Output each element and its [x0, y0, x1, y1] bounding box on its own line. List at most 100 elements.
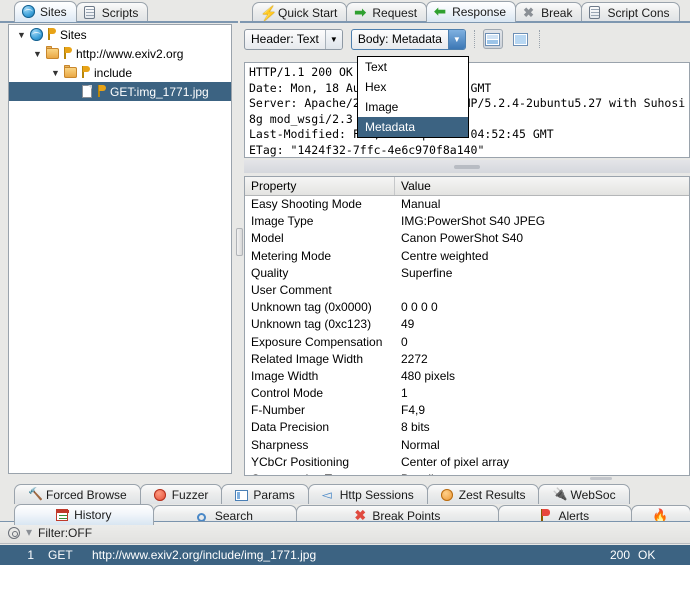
table-row[interactable]: Quality Superfine	[245, 265, 689, 282]
table-row[interactable]: Related Image Width 2272	[245, 351, 689, 368]
metadata-property: YCbCr Positioning	[251, 454, 350, 469]
metadata-property: F-Number	[251, 403, 306, 418]
tab-label: Script Cons	[607, 5, 670, 20]
tab-script-console[interactable]: Script Cons	[581, 2, 680, 22]
split-horizontal-view-button[interactable]	[482, 29, 503, 49]
metadata-value: Normal	[401, 437, 440, 452]
tree-node-label: GET:img_1771.jpg	[110, 84, 209, 99]
tab-zest-results[interactable]: Zest Results	[426, 484, 540, 504]
sites-tree[interactable]: ▼ Sites ▼ http://www.exiv2.org ▼ include	[8, 24, 232, 474]
table-row[interactable]: Exposure Compensation 0	[245, 334, 689, 351]
tab-break[interactable]: ✖ Break	[515, 2, 583, 22]
table-row[interactable]: Metering Mode Centre weighted	[245, 248, 689, 265]
header-view-value: Header: Text	[251, 31, 319, 46]
metadata-table[interactable]: Property Value Easy Shooting Mode Manual I…	[244, 176, 690, 476]
history-table[interactable]: 1 GET http://www.exiv2.org/include/img_1…	[0, 545, 690, 609]
tab-label: Http Sessions	[339, 487, 414, 502]
metadata-property: Sharpness	[251, 437, 309, 452]
tab-request[interactable]: ➡ Request	[346, 2, 428, 22]
toolbar-separator	[538, 30, 540, 48]
bottom-tabstrip-row1: 🔨 Forced Browse Fuzzer Params ◅ Http Ses…	[0, 482, 690, 504]
metadata-property: Unknown tag (0x0000)	[251, 300, 372, 315]
table-row[interactable]: Data Precision 8 bits	[245, 419, 689, 436]
tab-label: WebSoc	[570, 487, 616, 502]
metadata-property: Metering Mode	[251, 248, 332, 263]
chevron-down-icon[interactable]: ▼	[31, 49, 44, 59]
metadata-value: 2272	[401, 351, 428, 366]
metadata-value: Superfine	[401, 265, 453, 280]
tab-response[interactable]: ⬅ Response	[426, 1, 517, 22]
dropdown-item-image[interactable]: Image	[358, 97, 468, 117]
tab-websockets[interactable]: 🔌 WebSoc	[538, 484, 630, 504]
response-splitter[interactable]	[244, 160, 690, 173]
fuzzer-icon	[153, 488, 168, 502]
document-icon	[82, 85, 92, 98]
zap-main-window: Sites Scripts ▼ Sites ▼ http://www.exiv2…	[0, 0, 690, 609]
single-view-button[interactable]	[511, 29, 531, 49]
bottom-panel: 🔨 Forced Browse Fuzzer Params ◅ Http Ses…	[0, 482, 690, 609]
metadata-property: Compression Type	[245, 471, 395, 475]
tab-quick-start[interactable]: ⚡ Quick Start	[252, 2, 348, 22]
tree-node-include[interactable]: ▼ include	[9, 63, 231, 82]
tab-label: Sites	[40, 5, 67, 19]
dropdown-item-hex[interactable]: Hex	[358, 77, 468, 97]
table-row[interactable]: Unknown tag (0x0000) 0 0 0 0	[245, 299, 689, 316]
metadata-value: Center of pixel array	[401, 454, 510, 469]
metadata-value: 1	[401, 386, 408, 401]
body-view-value: Body: Metadata	[357, 31, 442, 46]
tab-fuzzer[interactable]: Fuzzer	[139, 484, 223, 504]
metadata-property: Easy Shooting Mode	[251, 197, 362, 211]
tab-label: Zest Results	[458, 487, 526, 502]
history-filter-bar: ▾ Filter:OFF	[0, 522, 690, 544]
table-row[interactable]: Image Type IMG:PowerShot S40 JPEG	[245, 213, 689, 230]
metadata-vertical-scrollbar[interactable]	[235, 190, 244, 480]
metadata-property: Unknown tag (0xc123)	[251, 317, 372, 332]
target-icon[interactable]	[8, 526, 20, 539]
tree-node-request[interactable]: GET:img_1771.jpg	[9, 82, 231, 101]
tab-history[interactable]: History	[14, 504, 154, 525]
column-header-value[interactable]: Value	[395, 177, 689, 195]
table-row[interactable]: Unknown tag (0xc123) 49	[245, 316, 689, 333]
tree-node-host[interactable]: ▼ http://www.exiv2.org	[9, 44, 231, 63]
tab-sites[interactable]: Sites	[14, 1, 77, 22]
table-row[interactable]: Model Canon PowerShot S40	[245, 230, 689, 247]
chevron-down-icon[interactable]: ▼	[49, 68, 62, 78]
table-row[interactable]: Sharpness Normal	[245, 437, 689, 454]
table-row[interactable]: Compression TypeBaseline	[245, 471, 689, 475]
metadata-value: 0	[401, 334, 408, 349]
metadata-property: Image Type	[251, 214, 314, 229]
hammer-icon: 🔨	[28, 486, 43, 501]
body-view-dropdown[interactable]: Body: Metadata ▼	[350, 28, 466, 50]
table-row[interactable]: Control Mode 1	[245, 385, 689, 402]
header-view-dropdown[interactable]: Header: Text ▼	[244, 28, 343, 50]
tab-label: Response	[452, 5, 507, 19]
metadata-property: Model	[251, 231, 284, 246]
table-row[interactable]: Image Width 480 pixels	[245, 368, 689, 385]
tab-http-sessions[interactable]: ◅ Http Sessions	[307, 484, 428, 504]
chevron-down-icon[interactable]: ▼	[324, 29, 342, 49]
table-row[interactable]: YCbCr Positioning Center of pixel array	[245, 454, 689, 471]
column-header-property[interactable]: Property	[245, 177, 395, 195]
history-status-reason: OK	[638, 548, 656, 562]
dropdown-item-text[interactable]: Text	[358, 57, 468, 77]
metadata-property: Related Image Width	[251, 351, 364, 366]
history-url: http://www.exiv2.org/include/img_1771.jp…	[92, 548, 317, 562]
chevron-down-icon[interactable]: ▼	[447, 29, 465, 49]
metadata-value: 480 pixels	[401, 368, 456, 383]
funnel-icon[interactable]: ▾	[26, 526, 32, 539]
table-row[interactable]: User Comment	[245, 282, 689, 299]
chevron-down-icon[interactable]: ▼	[15, 30, 28, 40]
metadata-value	[395, 282, 689, 299]
metadata-value: Centre weighted	[401, 248, 489, 263]
scrollbar-thumb[interactable]	[236, 228, 243, 256]
history-method: GET	[48, 548, 73, 562]
table-row[interactable]: F-Number F4,9	[245, 402, 689, 419]
tree-node-sites[interactable]: ▼ Sites	[9, 25, 231, 44]
tab-params[interactable]: Params	[221, 484, 309, 504]
table-row[interactable]: Easy Shooting Mode Manual	[245, 196, 689, 213]
body-view-dropdown-menu[interactable]: Text Hex Image Metadata	[357, 56, 469, 138]
dropdown-item-metadata[interactable]: Metadata	[358, 117, 468, 137]
tab-scripts[interactable]: Scripts	[75, 2, 149, 22]
table-row[interactable]: 1 GET http://www.exiv2.org/include/img_1…	[0, 545, 690, 565]
tab-forced-browse[interactable]: 🔨 Forced Browse	[14, 484, 141, 504]
